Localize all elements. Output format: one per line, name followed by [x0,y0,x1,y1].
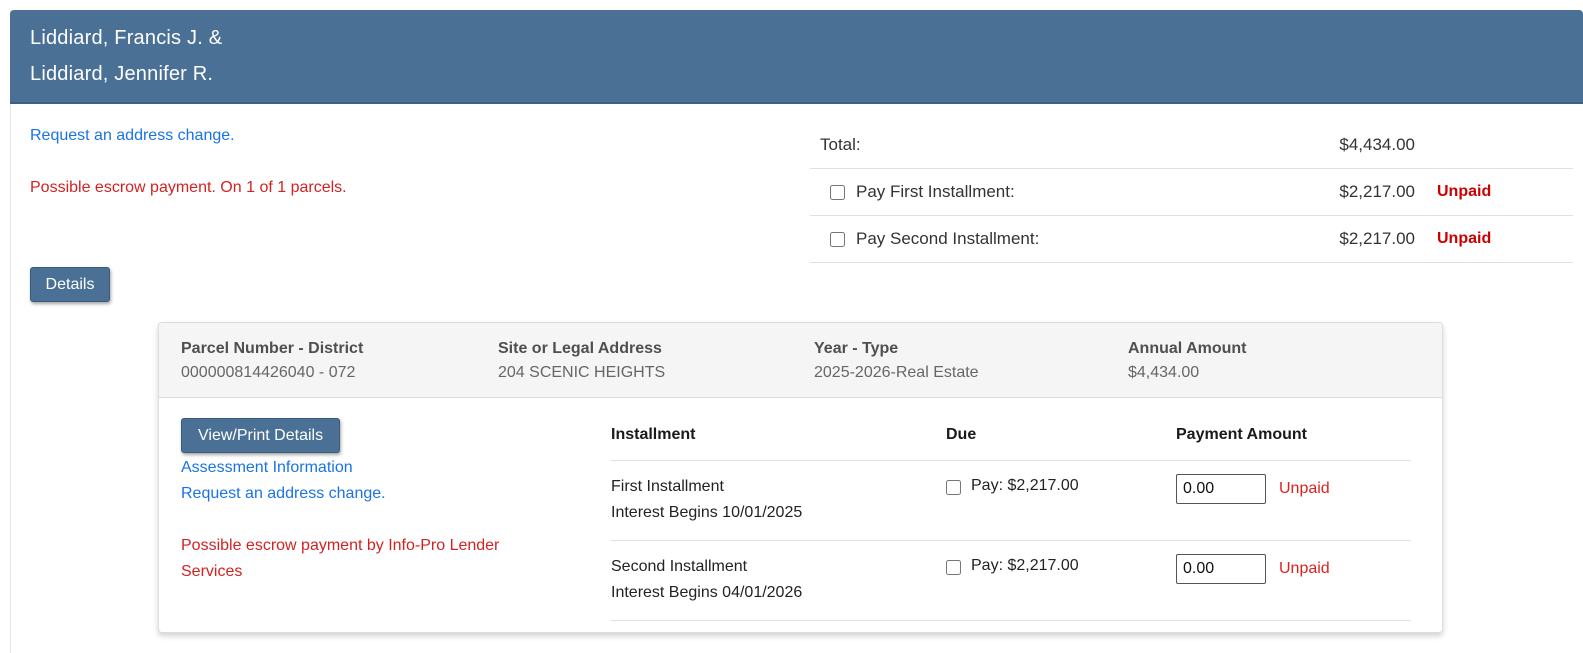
site-address-value: 204 SCENIC HEIGHTS [498,364,666,381]
payment-amount-column-header: Payment Amount [1176,426,1307,443]
installment-table-header: Installment Due Payment Amount [611,426,1411,461]
payment-summary-table: Total: $4,434.00 Pay First Installment: … [810,122,1573,263]
first-installment-interest: Interest Begins 10/01/2025 [611,504,803,521]
second-installment-amount: $2,217.00 [1339,229,1415,248]
parcel-number-label: Parcel Number - District [181,340,364,357]
owner-name-line2: Liddiard, Jennifer R. [30,63,214,85]
parcel-details-body: View/Print Details Assessment Informatio… [159,398,1442,632]
installment-column-header: Installment [611,426,696,443]
pay-second-installment-label: Pay Second Installment: [856,229,1040,248]
parcel-request-address-change-link[interactable]: Request an address change. [181,485,386,503]
second-installment-pay-label: Pay: $2,217.00 [971,557,1079,574]
parcel-details-header: Parcel Number - District 000000814426040… [159,323,1442,398]
parcel-escrow-message: Possible escrow payment by Info-Pro Lend… [181,537,500,580]
annual-amount-value: $4,434.00 [1128,364,1200,381]
pay-second-installment-checkbox[interactable] [830,231,845,247]
year-type-column: Year - Type 2025-2026-Real Estate [814,337,1128,397]
first-installment-amount: $2,217.00 [1339,182,1415,201]
page: Liddiard, Francis J. & Liddiard, Jennife… [0,0,1583,653]
first-installment-unpaid-status: Unpaid [1279,480,1330,497]
pay-first-installment-label: Pay First Installment: [856,182,1015,201]
total-amount: $4,434.00 [1339,135,1415,154]
first-installment-pay-checkbox[interactable] [946,480,961,495]
first-installment-status-badge: Unpaid [1437,183,1492,200]
owner-header-bar: Liddiard, Francis J. & Liddiard, Jennife… [10,10,1583,104]
second-installment-table-row: Second Installment Interest Begins 04/01… [611,541,1411,621]
assessment-information-link[interactable]: Assessment Information [181,459,353,477]
annual-amount-label: Annual Amount [1128,340,1247,357]
first-installment-name: First Installment [611,478,724,495]
second-installment-unpaid-status: Unpaid [1279,560,1330,577]
escrow-payment-message: Possible escrow payment. On 1 of 1 parce… [30,179,347,196]
parcel-number-value: 000000814426040 - 072 [181,364,356,381]
second-installment-pay-checkbox[interactable] [946,560,961,575]
second-installment-amount-input[interactable] [1176,554,1266,584]
year-type-value: 2025-2026-Real Estate [814,364,979,381]
annual-amount-column: Annual Amount $4,434.00 [1128,337,1442,397]
page-card-left-edge [10,10,11,653]
site-address-column: Site or Legal Address 204 SCENIC HEIGHTS [498,337,814,397]
view-print-details-button[interactable]: View/Print Details [181,418,341,453]
second-installment-name: Second Installment [611,558,748,575]
second-installment-interest: Interest Begins 04/01/2026 [611,584,803,601]
pay-first-installment-row: Pay First Installment: $2,217.00 Unpaid [810,169,1573,216]
second-installment-status-badge: Unpaid [1437,230,1492,247]
total-row: Total: $4,434.00 [810,122,1573,169]
parcel-details-panel: Parcel Number - District 000000814426040… [158,322,1443,633]
installment-table: Installment Due Payment Amount First Ins… [611,426,1411,621]
pay-first-installment-checkbox[interactable] [830,184,845,200]
total-label: Total: [820,135,861,154]
site-address-label: Site or Legal Address [498,340,662,357]
first-installment-table-row: First Installment Interest Begins 10/01/… [611,461,1411,541]
first-installment-amount-input[interactable] [1176,474,1266,504]
parcel-number-column: Parcel Number - District 000000814426040… [181,337,498,397]
due-column-header: Due [946,426,977,443]
request-address-change-link[interactable]: Request an address change. [30,127,235,145]
details-button[interactable]: Details [30,267,110,302]
year-type-label: Year - Type [814,340,899,357]
owner-name-line1: Liddiard, Francis J. & [30,27,223,49]
first-installment-pay-label: Pay: $2,217.00 [971,477,1079,494]
pay-second-installment-row: Pay Second Installment: $2,217.00 Unpaid [810,216,1573,263]
